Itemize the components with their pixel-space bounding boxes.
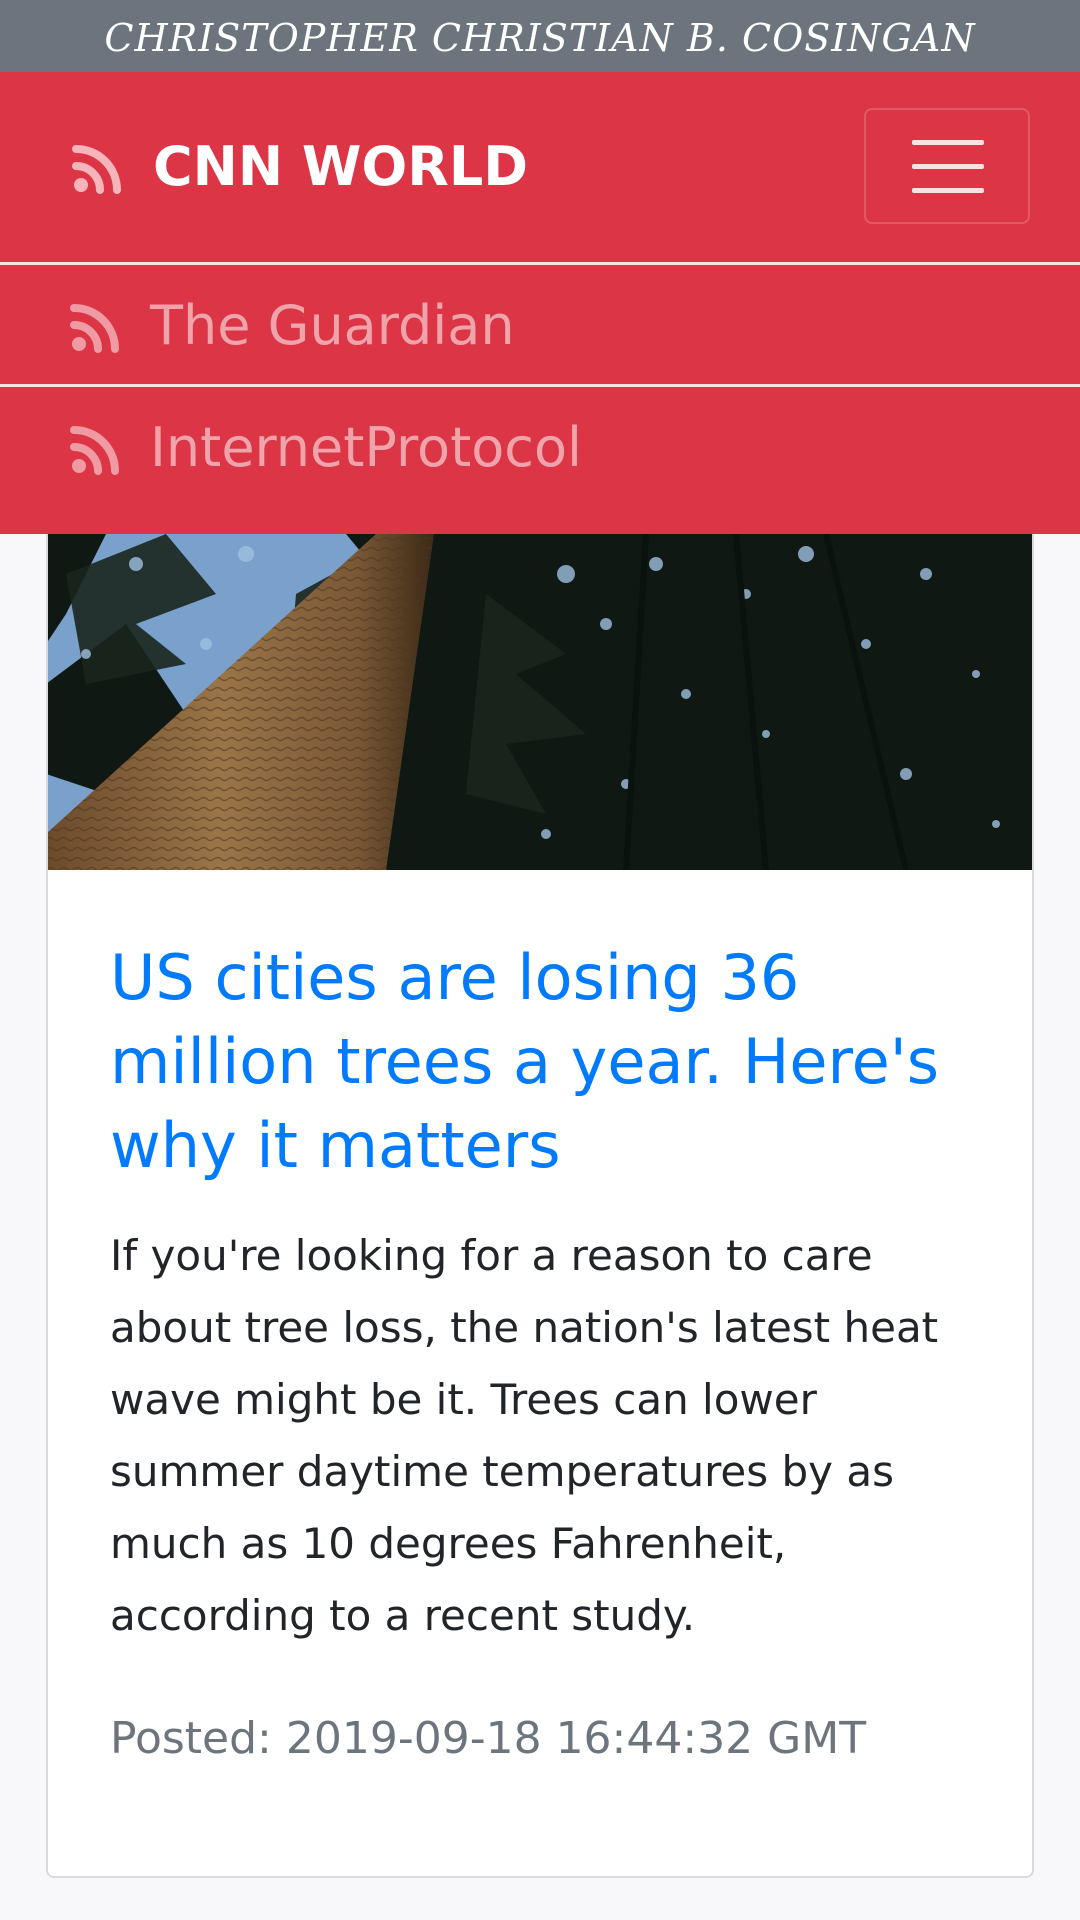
- navbar-toggle-button[interactable]: [864, 108, 1030, 224]
- nav-item-internetprotocol[interactable]: InternetProtocol: [0, 387, 1080, 505]
- navbar-brand-row: CNN WORLD: [0, 72, 1080, 262]
- article-posted-date: Posted: 2019-09-18 16:44:32 GMT: [110, 1713, 867, 1764]
- hamburger-menu-icon: [912, 164, 984, 169]
- author-name: CHRISTOPHER CHRISTIAN B. COSINGAN: [104, 16, 976, 60]
- rss-icon: [72, 142, 124, 194]
- hamburger-menu-icon: [912, 188, 984, 193]
- rss-icon: [70, 301, 122, 353]
- hamburger-menu-icon: [912, 140, 984, 145]
- nav-item-the-guardian[interactable]: The Guardian: [0, 265, 1080, 383]
- navbar-brand[interactable]: CNN WORLD: [153, 132, 528, 202]
- article-title[interactable]: US cities are losing 36 million trees a …: [110, 936, 990, 1188]
- nav-item-label: The Guardian: [150, 294, 515, 357]
- author-banner: CHRISTOPHER CHRISTIAN B. COSINGAN: [0, 0, 1080, 72]
- article-card: US cities are losing 36 million trees a …: [46, 534, 1034, 1878]
- navbar: CNN WORLD The Guardian InternetProtocol: [0, 72, 1080, 534]
- article-summary: If you're looking for a reason to care a…: [110, 1231, 939, 1640]
- nav-item-label: InternetProtocol: [150, 416, 583, 479]
- article-image[interactable]: [48, 534, 1032, 870]
- rss-icon: [70, 423, 122, 475]
